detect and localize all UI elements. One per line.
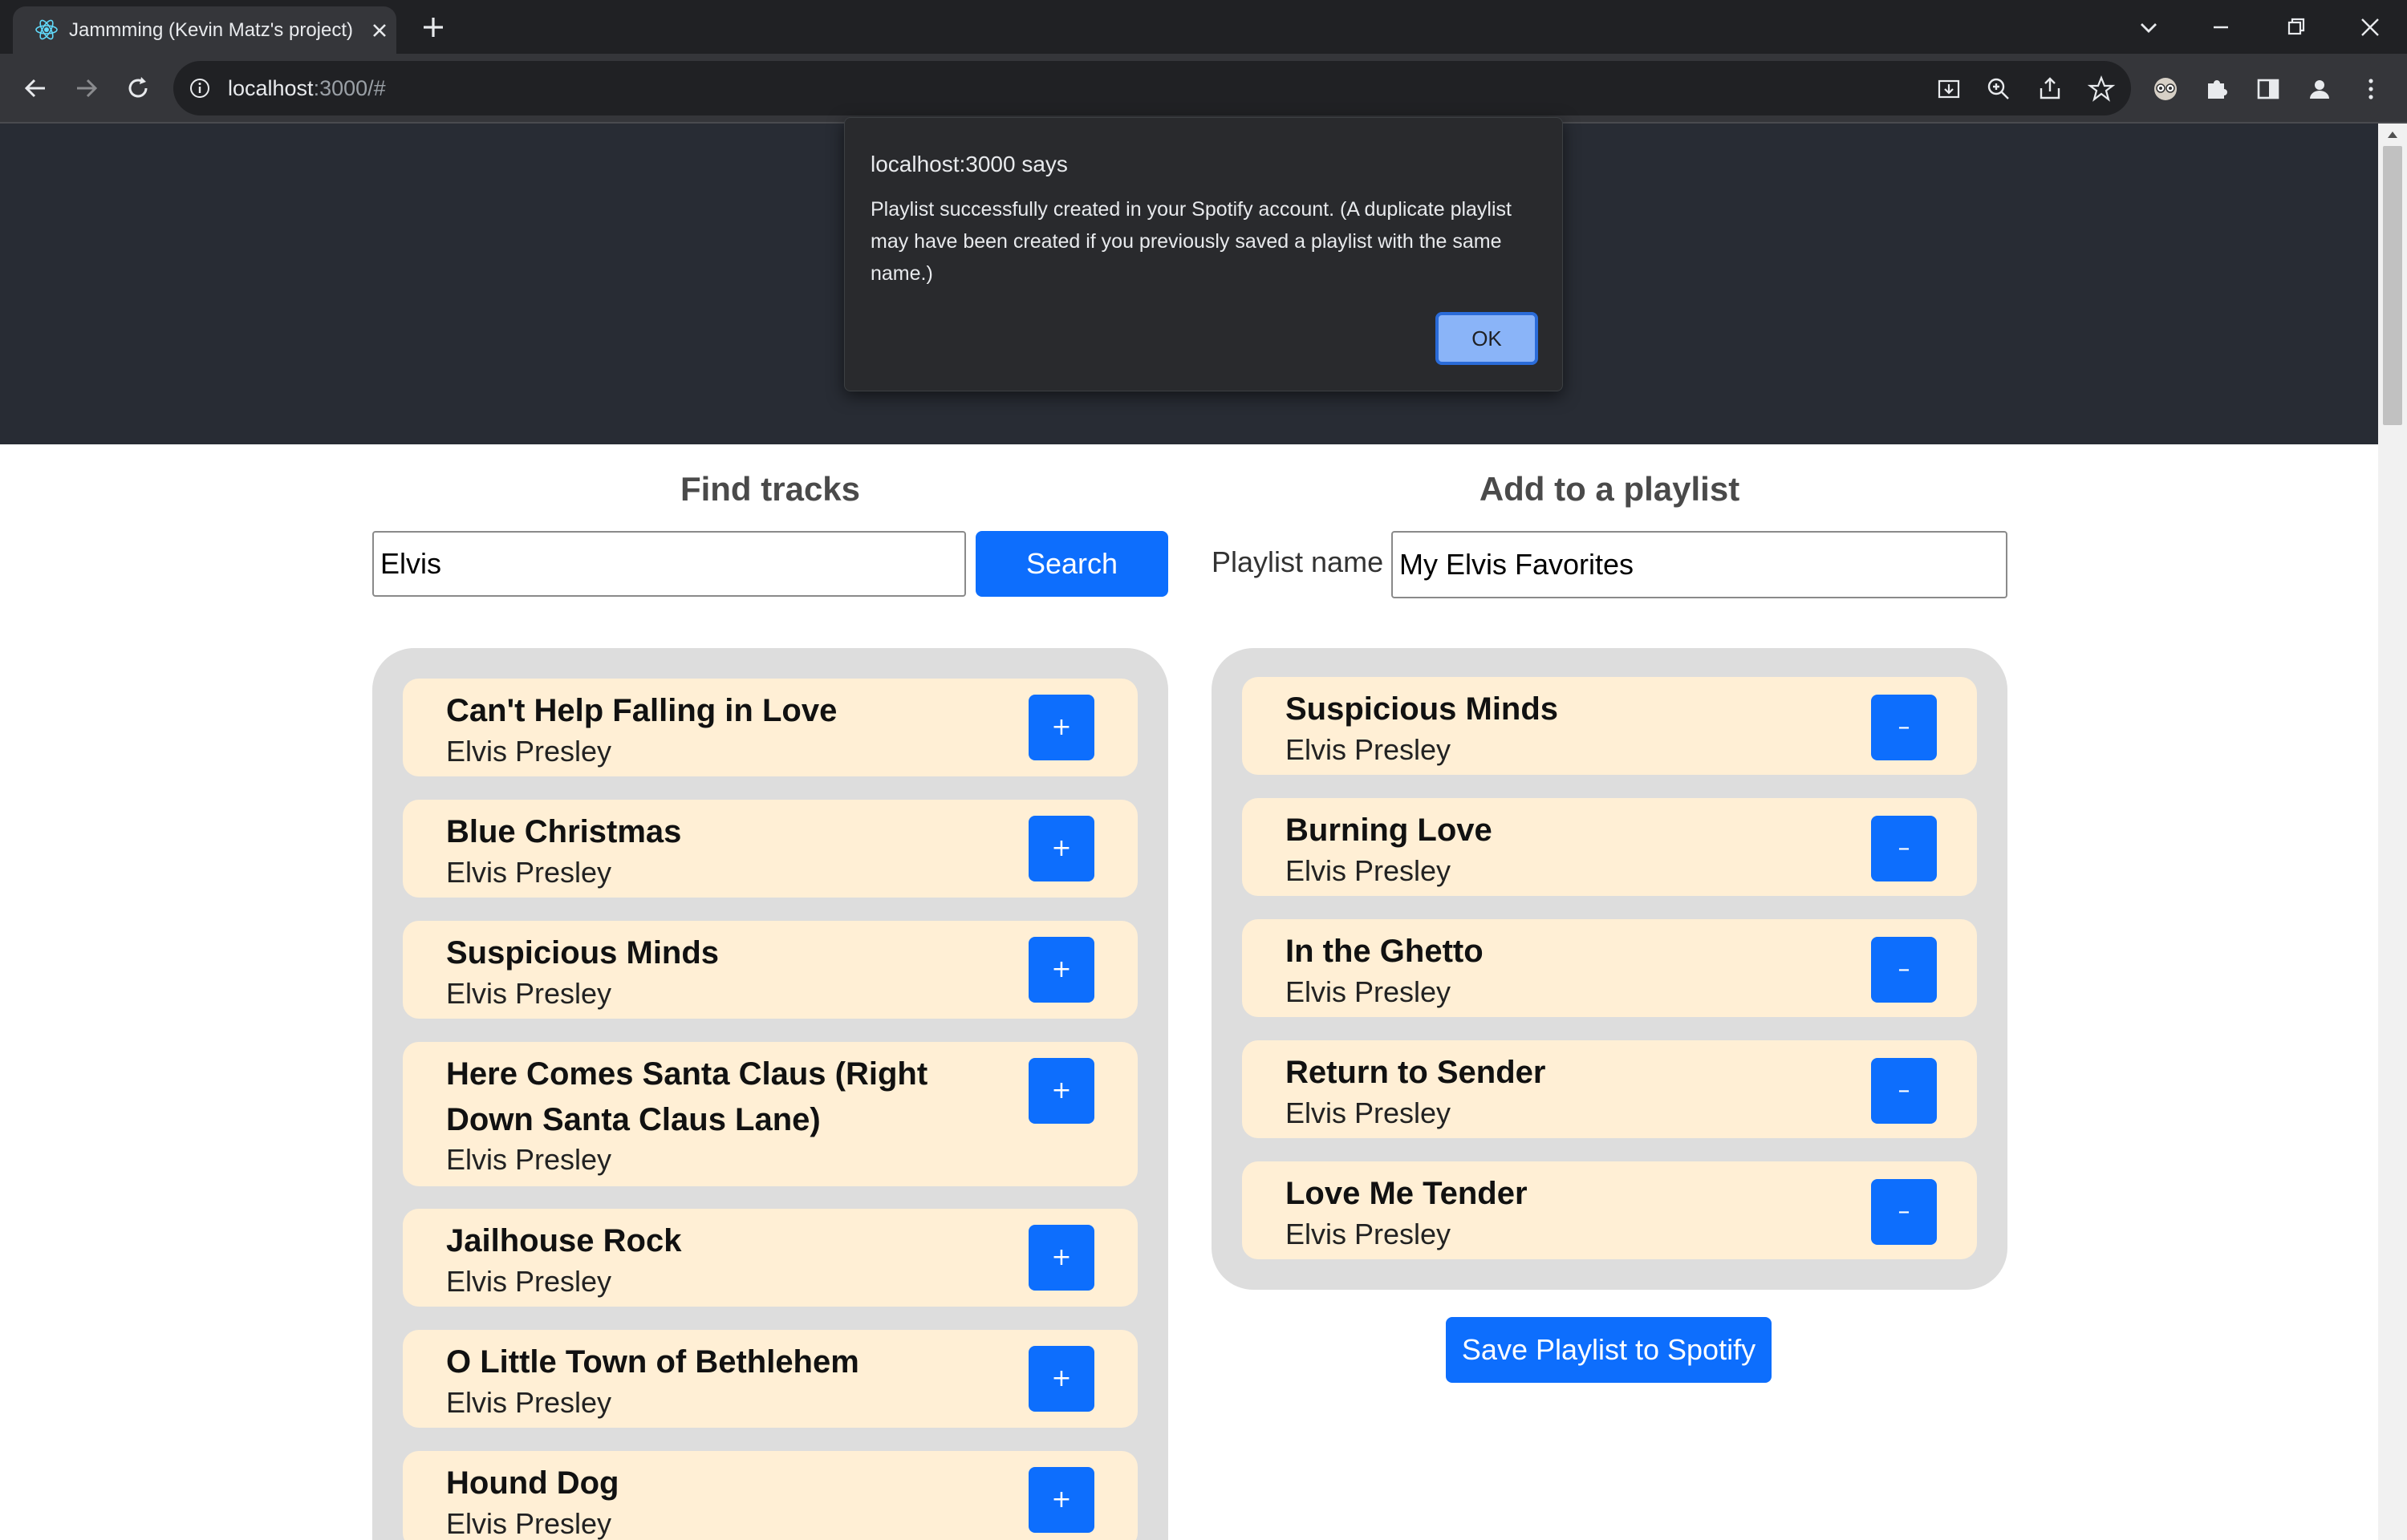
result-track: Hound Dog Elvis Presley +: [403, 1451, 1138, 1540]
back-icon[interactable]: [18, 71, 53, 106]
playlist-name-input[interactable]: [1391, 531, 2007, 598]
result-track: O Little Town of Bethlehem Elvis Presley…: [403, 1330, 1138, 1428]
remove-track-button[interactable]: –: [1871, 695, 1937, 760]
alert-dialog: localhost:3000 says Playlist successfull…: [844, 117, 1563, 391]
remove-track-button[interactable]: –: [1871, 816, 1937, 881]
playlist-track: Suspicious Minds Elvis Presley –: [1242, 677, 1977, 775]
track-artist: Elvis Presley: [446, 1386, 612, 1419]
track-title: Here Comes Santa Claus (Right Down Santa…: [446, 1056, 928, 1137]
remove-track-button[interactable]: –: [1871, 1179, 1937, 1245]
address-bar[interactable]: [173, 61, 2131, 116]
profile-icon[interactable]: [2304, 74, 2335, 104]
track-artist: Elvis Presley: [1285, 854, 1451, 887]
playlist-panel: Suspicious Minds Elvis Presley – Burning…: [1212, 648, 2007, 1290]
restore-icon[interactable]: [2279, 10, 2314, 45]
add-track-button[interactable]: +: [1029, 937, 1094, 1003]
track-artist: Elvis Presley: [446, 1507, 612, 1540]
playlist-track: Burning Love Elvis Presley –: [1242, 798, 1977, 896]
add-track-button[interactable]: +: [1029, 1346, 1094, 1412]
bookmark-star-icon[interactable]: [2086, 74, 2117, 104]
track-artist: Elvis Presley: [446, 856, 612, 889]
save-playlist-button[interactable]: Save Playlist to Spotify: [1446, 1317, 1772, 1383]
playlist-name-label: Playlist name: [1212, 545, 1384, 578]
track-title: O Little Town of Bethlehem: [446, 1344, 859, 1380]
remove-track-button[interactable]: –: [1871, 1058, 1937, 1124]
add-track-button[interactable]: +: [1029, 1467, 1094, 1533]
track-artist: Elvis Presley: [1285, 1096, 1451, 1129]
share-icon[interactable]: [2035, 74, 2065, 104]
dialog-message: Playlist successfully created in your Sp…: [871, 198, 1512, 285]
track-artist: Elvis Presley: [1285, 733, 1451, 766]
result-track: Jailhouse Rock Elvis Presley +: [403, 1209, 1138, 1307]
result-track: Blue Christmas Elvis Presley +: [403, 800, 1138, 898]
add-track-button[interactable]: +: [1029, 1058, 1094, 1124]
tab-search-icon[interactable]: [2131, 10, 2166, 45]
playlist-track: Return to Sender Elvis Presley –: [1242, 1040, 1977, 1138]
track-title: In the Ghetto: [1285, 934, 1484, 969]
close-window-icon[interactable]: [2352, 10, 2388, 45]
track-title: Jailhouse Rock: [446, 1223, 682, 1258]
close-icon[interactable]: [369, 20, 390, 41]
side-panel-icon[interactable]: [2253, 74, 2283, 104]
dialog-ok-button[interactable]: OK: [1435, 312, 1538, 365]
react-icon: [35, 19, 58, 40]
scrollbar-thumb[interactable]: [2383, 146, 2402, 425]
extensions-puzzle-icon[interactable]: [2202, 74, 2232, 104]
install-icon[interactable]: [1934, 74, 1964, 104]
track-title: Love Me Tender: [1285, 1176, 1528, 1211]
dialog-title: localhost:3000 says: [871, 152, 1068, 176]
site-info-icon[interactable]: [188, 76, 212, 100]
find-tracks-heading: Find tracks: [680, 470, 861, 508]
track-title: Return to Sender: [1285, 1055, 1546, 1090]
add-track-button[interactable]: +: [1029, 1225, 1094, 1291]
track-title: Can't Help Falling in Love: [446, 693, 838, 728]
scroll-up-icon[interactable]: [2386, 128, 2399, 140]
zoom-icon[interactable]: [1983, 74, 2014, 104]
add-playlist-heading: Add to a playlist: [1479, 470, 1740, 508]
url-host: localhost: [228, 76, 314, 100]
url-path: :3000/#: [313, 76, 386, 100]
search-button[interactable]: Search: [976, 531, 1168, 597]
reload-icon[interactable]: [120, 71, 156, 106]
add-track-button[interactable]: +: [1029, 695, 1094, 760]
result-track: Here Comes Santa Claus (Right Down Santa…: [403, 1042, 1138, 1186]
track-artist: Elvis Presley: [1285, 975, 1451, 1008]
url-text[interactable]: localhost:3000/#: [228, 74, 386, 103]
track-artist: Elvis Presley: [446, 977, 612, 1010]
track-title: Blue Christmas: [446, 814, 682, 849]
track-title: Suspicious Minds: [1285, 691, 1559, 727]
track-artist: Elvis Presley: [446, 1265, 612, 1298]
playlist-track: In the Ghetto Elvis Presley –: [1242, 919, 1977, 1017]
extension-owl-icon[interactable]: [2150, 74, 2181, 104]
search-results-panel: Can't Help Falling in Love Elvis Presley…: [372, 648, 1168, 1540]
result-track: Suspicious Minds Elvis Presley +: [403, 921, 1138, 1019]
forward-icon[interactable]: [69, 71, 104, 106]
search-input[interactable]: [372, 531, 966, 597]
track-artist: Elvis Presley: [1285, 1218, 1451, 1250]
add-track-button[interactable]: +: [1029, 816, 1094, 881]
track-title: Burning Love: [1285, 813, 1492, 848]
menu-kebab-icon[interactable]: [2356, 74, 2386, 104]
playlist-track: Love Me Tender Elvis Presley –: [1242, 1161, 1977, 1259]
result-track: Can't Help Falling in Love Elvis Presley…: [403, 679, 1138, 776]
track-title: Hound Dog: [446, 1465, 619, 1501]
minimize-icon[interactable]: [2203, 10, 2239, 45]
track-artist: Elvis Presley: [446, 1143, 612, 1176]
browser-tab[interactable]: Jammming (Kevin Matz's project): [13, 6, 396, 54]
new-tab-icon[interactable]: [419, 13, 448, 42]
remove-track-button[interactable]: –: [1871, 937, 1937, 1003]
track-title: Suspicious Minds: [446, 935, 720, 971]
track-artist: Elvis Presley: [446, 735, 612, 768]
tab-title: Jammming (Kevin Matz's project): [69, 19, 353, 41]
